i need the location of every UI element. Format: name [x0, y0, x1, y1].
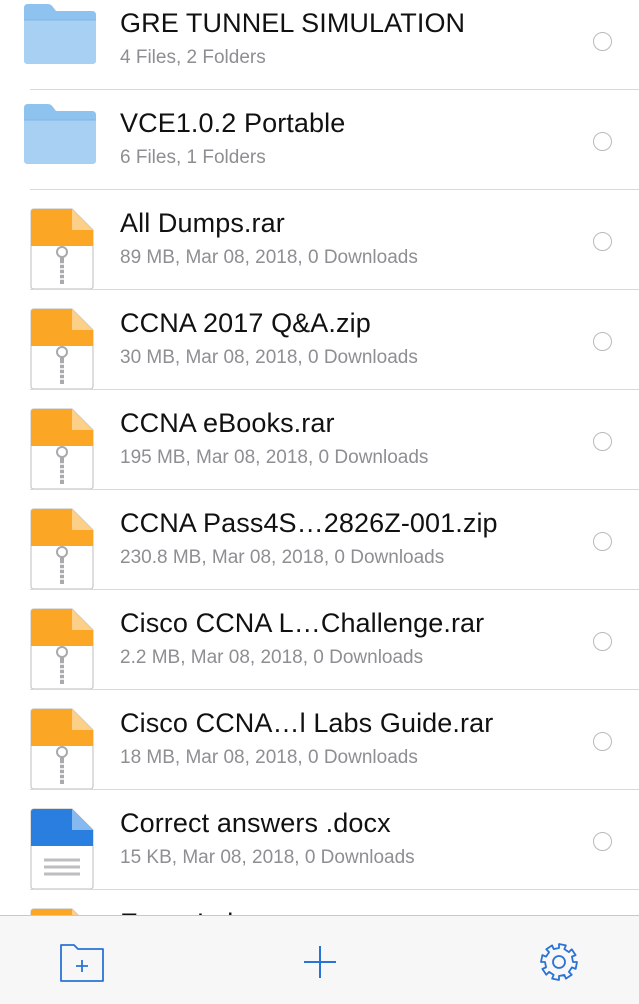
- zip-file-icon: [22, 508, 98, 590]
- item-title: GRE TUNNEL SIMULATION: [120, 8, 466, 38]
- item-title: Correct answers .docx: [120, 808, 391, 838]
- zip-file-icon: [22, 608, 98, 690]
- file-row[interactable]: CCNA eBooks.rar 195 MB, Mar 08, 2018, 0 D…: [0, 390, 639, 490]
- file-row[interactable]: Correct answers .docx 15 KB, Mar 08, 2018…: [0, 790, 639, 890]
- item-title: CCNA eBooks.rar: [120, 408, 335, 438]
- item-title: All Dumps.rar: [120, 208, 285, 238]
- select-radio[interactable]: [593, 632, 612, 651]
- folder-icon: [22, 104, 98, 190]
- zip-file-icon: [22, 408, 98, 490]
- select-radio[interactable]: [593, 232, 612, 251]
- item-subtitle: 30 MB, Mar 08, 2018, 0 Downloads: [120, 347, 418, 368]
- item-subtitle: 18 MB, Mar 08, 2018, 0 Downloads: [120, 747, 418, 768]
- folder-row[interactable]: VCE1.0.2 Portable 6 Files, 1 Folders: [0, 90, 639, 190]
- bottom-toolbar: [0, 915, 639, 1004]
- item-title: VCE1.0.2 Portable: [120, 108, 346, 138]
- zip-file-icon: [22, 708, 98, 790]
- item-subtitle: 4 Files, 2 Folders: [120, 47, 266, 68]
- select-radio[interactable]: [593, 532, 612, 551]
- select-radio[interactable]: [593, 332, 612, 351]
- folder-row[interactable]: GRE TUNNEL SIMULATION 4 Files, 2 Folders: [0, 0, 639, 90]
- file-row[interactable]: CCNA 2017 Q&A.zip 30 MB, Mar 08, 2018, 0 …: [0, 290, 639, 390]
- new-folder-icon: [60, 944, 104, 982]
- plus-icon: [304, 946, 336, 978]
- item-subtitle: 6 Files, 1 Folders: [120, 147, 266, 168]
- select-radio[interactable]: [593, 432, 612, 451]
- select-radio[interactable]: [593, 132, 612, 151]
- select-radio[interactable]: [593, 732, 612, 751]
- item-subtitle: 195 MB, Mar 08, 2018, 0 Downloads: [120, 447, 429, 468]
- file-browser-screen: GRE TUNNEL SIMULATION 4 Files, 2 Folders …: [0, 0, 639, 1004]
- zip-file-icon: [22, 208, 98, 290]
- file-list: GRE TUNNEL SIMULATION 4 Files, 2 Folders …: [0, 0, 639, 990]
- file-row[interactable]: All Dumps.rar 89 MB, Mar 08, 2018, 0 Down…: [0, 190, 639, 290]
- item-subtitle: 15 KB, Mar 08, 2018, 0 Downloads: [120, 847, 415, 868]
- file-row[interactable]: CCNA Pass4S…2826Z-001.zip 230.8 MB, Mar 0…: [0, 490, 639, 590]
- item-subtitle: 89 MB, Mar 08, 2018, 0 Downloads: [120, 247, 418, 268]
- item-title: CCNA 2017 Q&A.zip: [120, 308, 371, 338]
- item-subtitle: 230.8 MB, Mar 08, 2018, 0 Downloads: [120, 547, 445, 568]
- file-row[interactable]: Cisco CCNA…l Labs Guide.rar 18 MB, Mar 08…: [0, 690, 639, 790]
- item-title: CCNA Pass4S…2826Z-001.zip: [120, 508, 498, 538]
- document-icon: [22, 808, 98, 890]
- settings-button[interactable]: [535, 940, 583, 984]
- folder-icon: [22, 4, 98, 90]
- gear-icon: [540, 943, 578, 981]
- new-folder-button[interactable]: [58, 940, 106, 984]
- item-title: Cisco CCNA L…Challenge.rar: [120, 608, 485, 638]
- item-subtitle: 2.2 MB, Mar 08, 2018, 0 Downloads: [120, 647, 424, 668]
- select-radio[interactable]: [593, 832, 612, 851]
- file-row[interactable]: Cisco CCNA L…Challenge.rar 2.2 MB, Mar 08…: [0, 590, 639, 690]
- zip-file-icon: [22, 308, 98, 390]
- item-title: Cisco CCNA…l Labs Guide.rar: [120, 708, 494, 738]
- add-button[interactable]: [296, 940, 344, 984]
- select-radio[interactable]: [593, 32, 612, 51]
